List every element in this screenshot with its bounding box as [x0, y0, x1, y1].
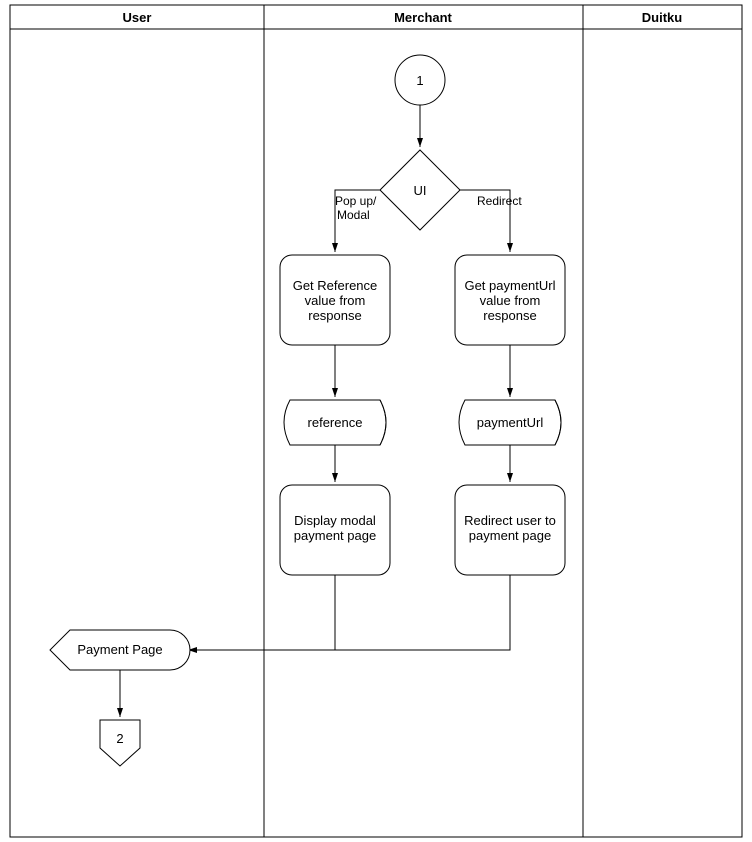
get-reference-2: value from	[305, 293, 366, 308]
lane-duitku-header: Duitku	[642, 10, 683, 25]
lane-user-header: User	[123, 10, 152, 25]
lane-merchant-header: Merchant	[394, 10, 452, 25]
data-paymenturl: paymentUrl	[477, 415, 544, 430]
get-paymenturl-1: Get paymentUrl	[464, 278, 555, 293]
edge-popup-2: Modal	[337, 208, 370, 222]
offpage-2: 2	[116, 731, 123, 746]
get-reference-3: response	[308, 308, 361, 323]
edge-popup-1: Pop up/	[335, 194, 377, 208]
payment-page: Payment Page	[77, 642, 162, 657]
redirect-user-2: payment page	[469, 528, 551, 543]
swimlane-diagram: User Merchant Duitku 1 UI Pop up/ Modal …	[0, 0, 752, 842]
get-paymenturl-3: response	[483, 308, 536, 323]
get-paymenturl-2: value from	[480, 293, 541, 308]
get-reference-1: Get Reference	[293, 278, 378, 293]
decision-ui: UI	[414, 183, 427, 198]
display-modal-2: payment page	[294, 528, 376, 543]
edge-redirect: Redirect	[477, 194, 522, 208]
redirect-user-1: Redirect user to	[464, 513, 556, 528]
data-reference: reference	[308, 415, 363, 430]
start-node: 1	[416, 73, 423, 88]
display-modal-1: Display modal	[294, 513, 376, 528]
